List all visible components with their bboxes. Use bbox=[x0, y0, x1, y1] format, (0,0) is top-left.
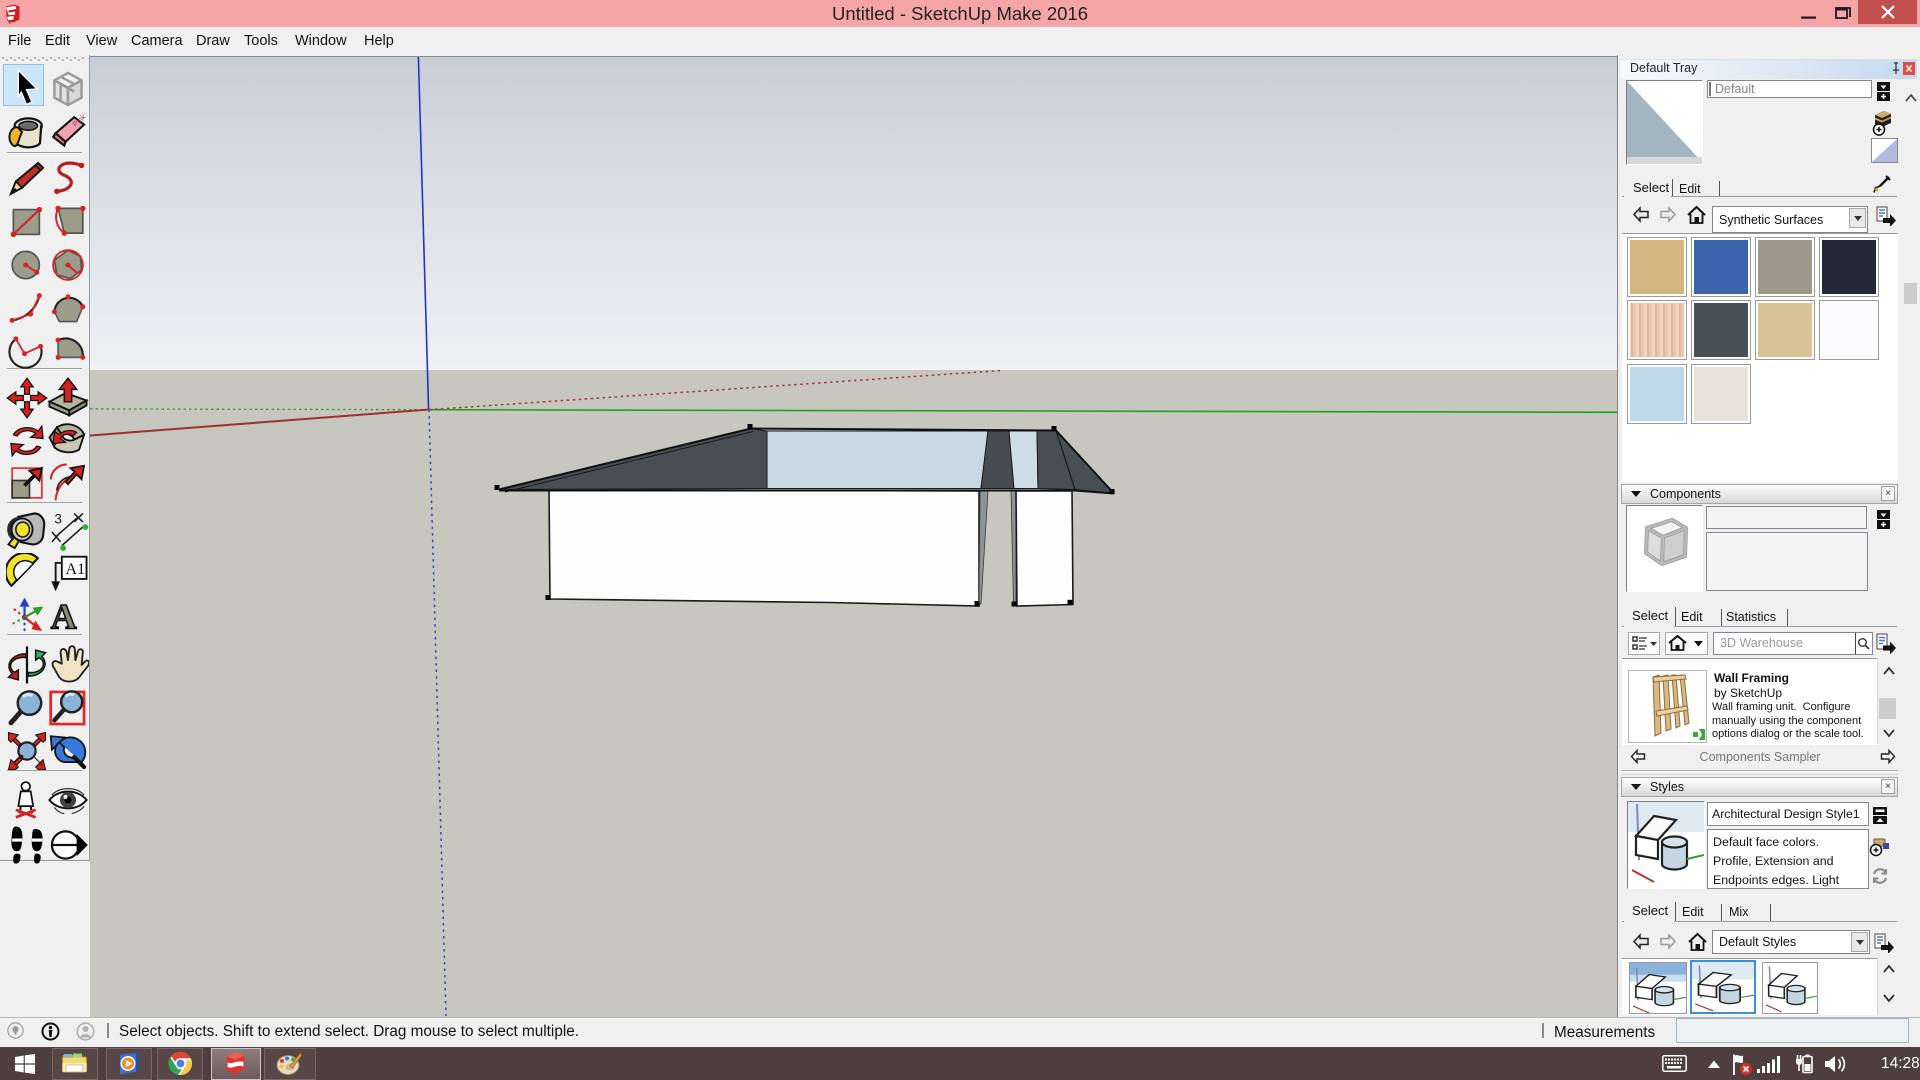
svg-text:3: 3 bbox=[54, 511, 62, 526]
svg-text:Pink: Pink bbox=[71, 112, 88, 129]
svg-text:A: A bbox=[51, 596, 77, 636]
svg-text:A1: A1 bbox=[66, 561, 86, 578]
